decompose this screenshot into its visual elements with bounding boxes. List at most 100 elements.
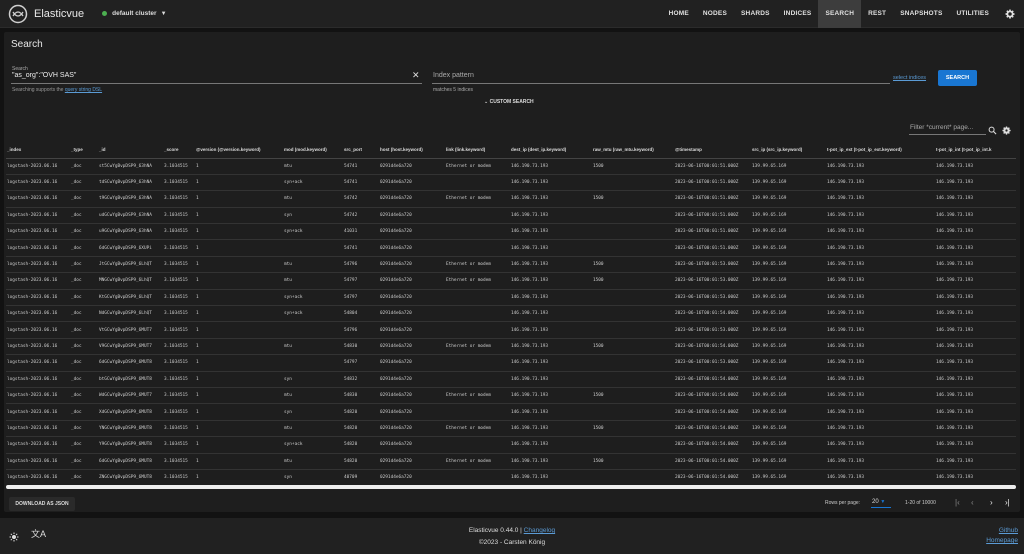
column-header[interactable]: raw_mtu (raw_mtu.keyword) — [592, 142, 674, 159]
table-cell: 1 — [195, 174, 283, 192]
table-row[interactable]: logstash-2023.06.16 _doc JtGCwYgBvpDSP9_6L… — [6, 256, 1016, 274]
table-cell: logstash-2023.06.16 — [6, 174, 70, 192]
elasticvue-logo-icon[interactable] — [6, 2, 30, 26]
table-row[interactable]: logstash-2023.06.16 _doc MNGCwYgBvpDSP9_6L… — [6, 272, 1016, 290]
filter-input[interactable]: Filter *current* page... — [910, 124, 986, 131]
table-row[interactable]: logstash-2023.06.16 _doc Y9GCwYgBvpDSP9_6M… — [6, 436, 1016, 454]
select-indices-link[interactable]: select indices — [893, 75, 926, 81]
search-button[interactable]: SEARCH — [938, 70, 977, 86]
column-header[interactable]: link (link.keyword) — [445, 142, 510, 159]
table-cell: _doc — [70, 436, 98, 454]
table-cell: 0291d4e6a720 — [379, 371, 445, 388]
table-cell: 146.190.73.193 — [935, 239, 1016, 257]
app-title[interactable]: Elasticvue — [34, 8, 84, 20]
table-settings-gear-icon[interactable] — [1002, 122, 1011, 140]
table-cell: 2023-06-16T00:01:51.000Z — [674, 174, 751, 192]
table-cell: 139.99.65.169 — [751, 239, 826, 257]
table-cell: 0291d4e6a720 — [379, 289, 445, 307]
nav-rest[interactable]: REST — [861, 0, 893, 28]
column-header[interactable]: src_ip (src_ip.keyword) — [751, 142, 826, 159]
table-cell: st5CwYgBvpDSP9_63hNA — [98, 158, 163, 175]
column-header[interactable]: host (host.keyword) — [379, 142, 445, 159]
column-header[interactable]: _type — [70, 142, 98, 159]
download-json-button[interactable]: DOWNLOAD AS JSON — [9, 497, 75, 511]
column-header[interactable]: t-pot_ip_ext (t-pot_ip_ext.keyword) — [826, 142, 935, 159]
search-input[interactable]: "as_org":"OVH SAS" — [12, 72, 412, 79]
table-cell: logstash-2023.06.16 — [6, 190, 70, 208]
nav-home[interactable]: HOME — [662, 0, 696, 28]
table-cell: 146.190.73.193 — [826, 256, 935, 274]
search-icon[interactable] — [988, 122, 997, 140]
table-row[interactable]: logstash-2023.06.16 _doc V9GCwYgBvpDSP9_6M… — [6, 338, 1016, 356]
clear-icon[interactable]: ✕ — [412, 70, 420, 81]
table-cell — [592, 321, 674, 339]
table-row[interactable]: logstash-2023.06.16 _doc 6dGCwYgBvpDSP9_6X… — [6, 239, 1016, 257]
table-cell: 1500 — [592, 256, 674, 274]
table-row[interactable]: logstash-2023.06.16 _doc NdGCwYgBvpDSP9_6L… — [6, 305, 1016, 323]
table-cell: 146.190.73.193 — [935, 256, 1016, 274]
table-row[interactable]: logstash-2023.06.16 _doc KtGCwYgBvpDSP9_6L… — [6, 289, 1016, 307]
table-cell: 146.190.73.193 — [826, 436, 935, 454]
column-header[interactable]: dest_ip (dest_ip.keyword) — [510, 142, 592, 159]
table-row[interactable]: logstash-2023.06.16 _doc WdGCwYgBvpDSP9_6M… — [6, 387, 1016, 405]
changelog-link[interactable]: Changelog — [524, 527, 555, 534]
table-row[interactable]: logstash-2023.06.16 _doc udGCwYgBvpDSP9_63… — [6, 207, 1016, 225]
column-header[interactable]: @timestamp — [674, 142, 751, 159]
table-row[interactable]: logstash-2023.06.16 _doc btGCwYgBvpDSP9_6M… — [6, 371, 1016, 388]
table-cell: logstash-2023.06.16 — [6, 321, 70, 339]
table-cell: logstash-2023.06.16 — [6, 453, 70, 470]
cluster-selector[interactable]: default cluster ▼ — [102, 10, 167, 17]
table-row[interactable]: logstash-2023.06.16 _doc VtGCwYgBvpDSP9_6M… — [6, 321, 1016, 339]
table-cell: mtu — [283, 420, 343, 438]
table-row[interactable]: logstash-2023.06.16 _doc 6dGCwYgBvpDSP9_6M… — [6, 453, 1016, 470]
homepage-link[interactable]: Homepage — [986, 537, 1018, 544]
rows-per-page-select[interactable]: 20 ▼ — [872, 499, 885, 505]
column-header[interactable]: t-pot_ip_int (t-pot_ip_int.k — [935, 142, 1016, 159]
next-page-icon[interactable]: › — [990, 498, 993, 507]
nav-shards[interactable]: SHARDS — [734, 0, 777, 28]
table-cell: 3.1034515 — [163, 190, 195, 208]
nav-snapshots[interactable]: SNAPSHOTS — [893, 0, 949, 28]
previous-page-icon[interactable]: ‹ — [971, 498, 974, 507]
table-row[interactable]: logstash-2023.06.16 _doc t9GCwYgBvpDSP9_63… — [6, 190, 1016, 208]
results-table-wrapper[interactable]: _index _type _id _score @version (@version.k… — [6, 142, 1016, 485]
table-cell: 0291d4e6a720 — [379, 321, 445, 339]
last-page-icon[interactable]: ›| — [1005, 498, 1010, 507]
table-row[interactable]: logstash-2023.06.16 _doc YNGCwYgBvpDSP9_6M… — [6, 420, 1016, 438]
first-page-icon[interactable]: |‹ — [955, 498, 960, 507]
table-cell: KtGCwYgBvpDSP9_6LhQT — [98, 289, 163, 307]
nav-search[interactable]: SEARCH — [818, 0, 862, 28]
column-header[interactable]: _index — [6, 142, 70, 159]
table-row[interactable]: logstash-2023.06.16 _doc 6dGCwYgBvpDSP9_6M… — [6, 354, 1016, 372]
column-header[interactable]: _score — [163, 142, 195, 159]
nav-nodes[interactable]: NODES — [696, 0, 734, 28]
query-string-link[interactable]: query string DSL — [65, 87, 102, 93]
table-cell: 2023-06-16T00:01:51.000Z — [674, 239, 751, 257]
column-header[interactable]: _id — [98, 142, 163, 159]
nav-utilities[interactable]: UTILITIES — [950, 0, 997, 28]
horizontal-scrollbar[interactable] — [6, 485, 1016, 489]
table-row[interactable]: logstash-2023.06.16 _doc XdGCwYgBvpDSP9_6M… — [6, 403, 1016, 421]
table-cell: 146.190.73.193 — [935, 387, 1016, 405]
github-link[interactable]: Github — [999, 527, 1018, 534]
column-header[interactable]: mod (mod.keyword) — [283, 142, 343, 159]
table-header-row: _index _type _id _score @version (@version.k… — [6, 142, 1016, 159]
table-cell: 0291d4e6a720 — [379, 453, 445, 470]
cluster-status-dot — [102, 11, 108, 16]
index-pattern-input[interactable]: Index pattern — [433, 72, 883, 79]
table-cell: 3.1034515 — [163, 387, 195, 405]
table-cell: logstash-2023.06.16 — [6, 420, 70, 438]
table-row[interactable]: logstash-2023.06.16 _doc ZNGCwYgBvpDSP9_6M… — [6, 469, 1016, 485]
table-cell: logstash-2023.06.16 — [6, 387, 70, 405]
table-cell: 2023-06-16T00:01:54.000Z — [674, 371, 751, 388]
nav-indices[interactable]: INDICES — [777, 0, 819, 28]
column-header[interactable]: @version (@version.keyword) — [195, 142, 283, 159]
table-row[interactable]: logstash-2023.06.16 _doc tdSCwYgBvpDSP9_63… — [6, 174, 1016, 192]
table-cell: 146.190.73.193 — [510, 387, 592, 405]
table-row[interactable]: logstash-2023.06.16 _doc st5CwYgBvpDSP9_63… — [6, 158, 1016, 175]
custom-search-toggle[interactable]: ⌄ CUSTOM SEARCH — [484, 99, 534, 105]
table-row[interactable]: logstash-2023.06.16 _doc u9GCwYgBvpDSP9_63… — [6, 223, 1016, 241]
table-cell: 3.1034515 — [163, 223, 195, 241]
column-header[interactable]: src_port — [343, 142, 379, 159]
settings-gear-icon[interactable] — [996, 0, 1024, 28]
